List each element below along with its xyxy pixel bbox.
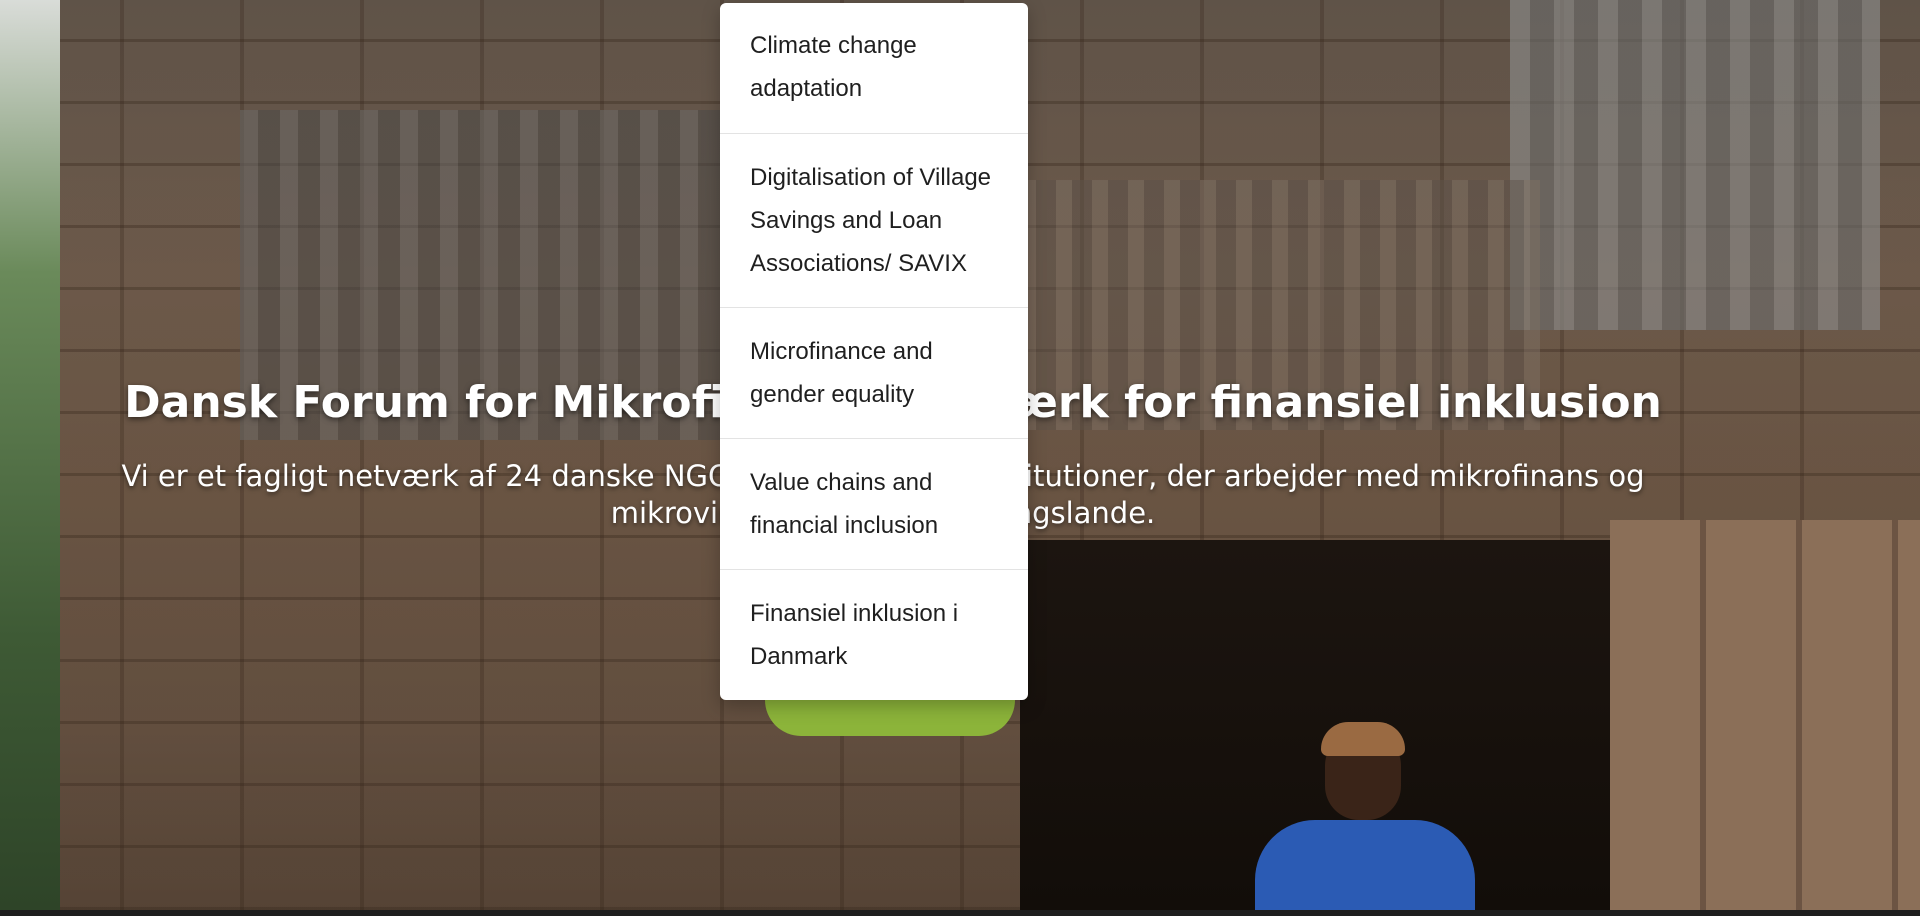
dropdown-item-climate-change-adaptation[interactable]: Climate change adaptation: [720, 3, 1028, 134]
hero-person-headscarf: [1321, 722, 1405, 756]
nav-dropdown-menu: Climate change adaptation Digitalisation…: [720, 3, 1028, 700]
page-bottom-border: [0, 910, 1920, 916]
hero-person: [1255, 722, 1475, 910]
cta-button[interactable]: [765, 700, 1015, 736]
dropdown-item-finansiel-inklusion-danmark[interactable]: Finansiel inklusion i Danmark: [720, 570, 1028, 700]
hero-foliage: [0, 0, 60, 910]
dropdown-item-value-chains-financial-inclusion[interactable]: Value chains and financial inclusion: [720, 439, 1028, 570]
hero-person-shirt: [1255, 820, 1475, 910]
hero-wooden-door: [1610, 520, 1920, 910]
dropdown-item-digitalisation-vsla-savix[interactable]: Digitalisation of Village Savings and Lo…: [720, 134, 1028, 308]
dropdown-item-microfinance-gender-equality[interactable]: Microfinance and gender equality: [720, 308, 1028, 439]
hero-roof-sheet: [1510, 0, 1880, 330]
